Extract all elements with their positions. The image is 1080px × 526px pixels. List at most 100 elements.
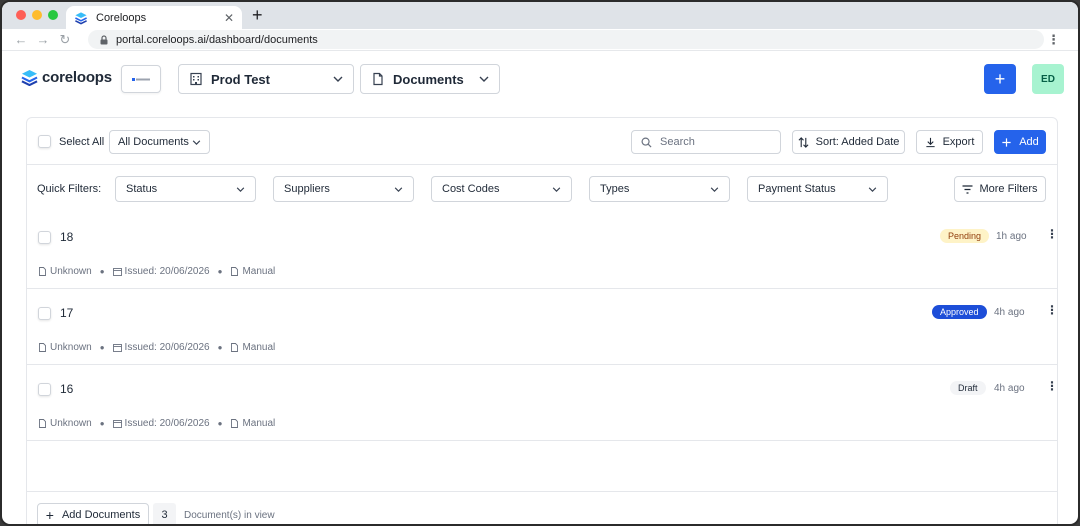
document-issued: Issued: 20/06/2026 bbox=[124, 342, 210, 353]
select-all-label: Select All bbox=[59, 135, 105, 148]
select-all-checkbox[interactable] bbox=[38, 135, 51, 148]
sort-button[interactable]: Sort: Added Date bbox=[792, 130, 905, 154]
filter-status-dropdown[interactable]: Status bbox=[115, 176, 256, 202]
lock-icon bbox=[100, 34, 108, 44]
section-name: Documents bbox=[393, 71, 464, 87]
row-menu-icon[interactable]: ⋮ bbox=[1046, 228, 1058, 240]
url-field[interactable]: portal.coreloops.ai/dashboard/documents bbox=[88, 30, 1044, 49]
documents-toolbar: Select All All Documents Sort: Added Dat… bbox=[27, 118, 1057, 165]
organization-logo-icon bbox=[132, 77, 150, 81]
documents-count: 3 bbox=[153, 503, 176, 524]
minimize-window-button[interactable] bbox=[32, 10, 42, 20]
browser-menu-icon[interactable]: ⋮ bbox=[1047, 32, 1060, 48]
filter-cost-codes-dropdown[interactable]: Cost Codes bbox=[431, 176, 572, 202]
chevron-down-icon bbox=[479, 76, 489, 82]
status-badge: Draft bbox=[950, 381, 986, 395]
filter-types-dropdown[interactable]: Types bbox=[589, 176, 730, 202]
status-badge: Approved bbox=[932, 305, 987, 319]
document-row[interactable]: 18 Pending 1h ago ⋮ Unknown ● Issued: 20… bbox=[27, 213, 1058, 289]
create-new-button[interactable]: + bbox=[984, 64, 1016, 94]
chevron-down-icon bbox=[868, 186, 877, 192]
document-supplier: Unknown bbox=[50, 418, 92, 429]
close-window-button[interactable] bbox=[16, 10, 26, 20]
document-meta: Unknown ● Issued: 20/06/2026 ● Manual bbox=[38, 342, 275, 353]
document-time: 1h ago bbox=[996, 231, 1027, 242]
sort-icon bbox=[798, 136, 809, 148]
row-checkbox[interactable] bbox=[38, 383, 51, 396]
search-icon bbox=[641, 137, 652, 148]
document-icon bbox=[231, 419, 239, 428]
row-menu-icon[interactable]: ⋮ bbox=[1046, 380, 1058, 392]
filter-label: Suppliers bbox=[284, 183, 330, 195]
filter-lines-icon bbox=[962, 184, 973, 194]
filter-suppliers-dropdown[interactable]: Suppliers bbox=[273, 176, 414, 202]
browser-window: Coreloops ✕ + ← → ↻ portal.coreloops.ai/… bbox=[0, 0, 1080, 526]
project-selector[interactable]: Prod Test bbox=[178, 64, 354, 94]
document-icon bbox=[39, 267, 46, 276]
plus-icon bbox=[1002, 137, 1011, 147]
documents-panel: Select All All Documents Sort: Added Dat… bbox=[26, 117, 1058, 524]
coreloops-logo[interactable]: coreloops bbox=[20, 69, 112, 86]
sort-label: Sort: Added Date bbox=[815, 136, 900, 148]
document-number: 17 bbox=[60, 306, 74, 320]
coreloops-favicon-icon bbox=[75, 11, 87, 24]
quick-filters-bar: Quick Filters: Status Suppliers Cost Cod… bbox=[27, 165, 1057, 213]
documents-filter-value: All Documents bbox=[118, 136, 189, 148]
meta-separator: ● bbox=[99, 343, 105, 352]
maximize-window-button[interactable] bbox=[48, 10, 58, 20]
plus-icon: + bbox=[994, 68, 1006, 89]
status-badge: Pending bbox=[940, 229, 990, 243]
select-all[interactable]: Select All bbox=[38, 135, 104, 148]
app-header: coreloops Prod Test Documents + ED bbox=[2, 53, 1078, 105]
forward-icon[interactable]: → bbox=[32, 32, 54, 47]
add-documents-button[interactable]: + Add Documents bbox=[37, 503, 149, 524]
document-row[interactable]: 16 Draft 4h ago ⋮ Unknown ● Issued: 20/0… bbox=[27, 365, 1058, 441]
documents-filter-dropdown[interactable]: All Documents bbox=[109, 130, 210, 154]
filter-label: Types bbox=[600, 183, 630, 195]
export-button[interactable]: Export bbox=[916, 130, 983, 154]
meta-separator: ● bbox=[217, 267, 223, 276]
browser-tab[interactable]: Coreloops ✕ bbox=[66, 6, 242, 29]
tab-strip: Coreloops ✕ + bbox=[2, 2, 1078, 29]
document-icon bbox=[231, 343, 239, 352]
chevron-down-icon bbox=[236, 186, 245, 192]
add-button[interactable]: Add bbox=[994, 130, 1046, 154]
reload-icon[interactable]: ↻ bbox=[54, 32, 76, 48]
section-selector[interactable]: Documents bbox=[360, 64, 500, 94]
new-tab-button[interactable]: + bbox=[252, 5, 263, 25]
filter-payment-status-dropdown[interactable]: Payment Status bbox=[747, 176, 888, 202]
document-meta: Unknown ● Issued: 20/06/2026 ● Manual bbox=[38, 418, 275, 429]
quick-filters-label: Quick Filters: bbox=[37, 183, 102, 195]
document-time: 4h ago bbox=[994, 383, 1025, 394]
search-input[interactable] bbox=[660, 136, 770, 148]
project-name: Prod Test bbox=[211, 71, 270, 87]
close-tab-icon[interactable]: ✕ bbox=[224, 12, 234, 24]
filter-label: Payment Status bbox=[758, 183, 836, 195]
add-label: Add bbox=[1019, 136, 1039, 148]
row-checkbox[interactable] bbox=[38, 307, 51, 320]
row-menu-icon[interactable]: ⋮ bbox=[1046, 304, 1058, 316]
chevron-down-icon bbox=[710, 186, 719, 192]
chevron-down-icon bbox=[552, 186, 561, 192]
document-icon bbox=[373, 72, 383, 86]
document-issued: Issued: 20/06/2026 bbox=[124, 418, 210, 429]
back-icon[interactable]: ← bbox=[10, 32, 32, 47]
row-checkbox[interactable] bbox=[38, 231, 51, 244]
user-avatar[interactable]: ED bbox=[1032, 64, 1064, 94]
coreloops-logo-icon bbox=[21, 69, 38, 86]
plus-icon: + bbox=[45, 507, 54, 523]
organization-switcher[interactable] bbox=[121, 65, 161, 93]
download-icon bbox=[925, 137, 935, 147]
document-source: Manual bbox=[242, 418, 276, 429]
document-row[interactable]: 17 Approved 4h ago ⋮ Unknown ● Issued: 2… bbox=[27, 289, 1058, 365]
meta-separator: ● bbox=[99, 419, 105, 428]
search-box[interactable] bbox=[631, 130, 781, 154]
document-meta: Unknown ● Issued: 20/06/2026 ● Manual bbox=[38, 266, 275, 277]
meta-separator: ● bbox=[217, 419, 223, 428]
more-filters-button[interactable]: More Filters bbox=[954, 176, 1046, 202]
export-label: Export bbox=[942, 136, 975, 148]
calendar-icon bbox=[112, 420, 122, 428]
document-time: 4h ago bbox=[994, 307, 1025, 318]
document-number: 16 bbox=[60, 382, 74, 396]
documents-count-label: Document(s) in view bbox=[184, 510, 275, 521]
